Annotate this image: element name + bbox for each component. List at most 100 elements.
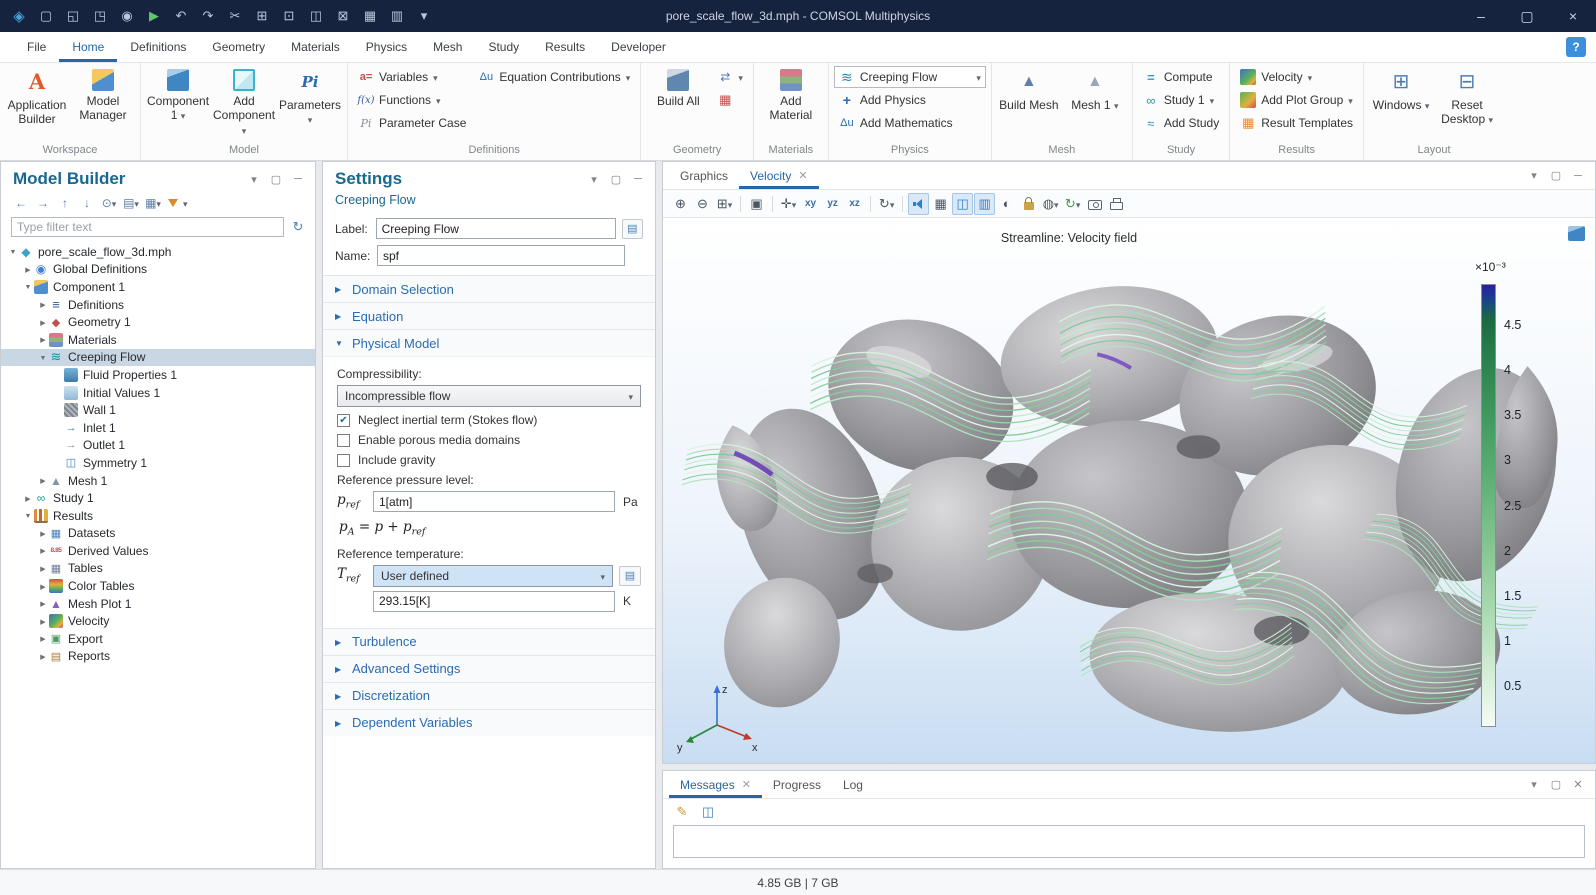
- view-xz-button[interactable]: xz: [844, 193, 865, 215]
- forward-icon[interactable]: →: [33, 193, 53, 213]
- zoom-in-icon[interactable]: ⊕: [670, 193, 691, 215]
- panel-menu-chevron-icon[interactable]: ▾: [1525, 776, 1543, 794]
- menu-mesh[interactable]: Mesh: [420, 32, 475, 62]
- result-templates-button[interactable]: Result Templates: [1235, 112, 1358, 134]
- panel-menu-chevron-icon[interactable]: ▾: [1525, 167, 1543, 185]
- gravity-checkbox-row[interactable]: Include gravity: [337, 453, 641, 467]
- close-panel-icon[interactable]: ─: [629, 170, 647, 188]
- filter-funnel-icon[interactable]: [168, 199, 178, 207]
- compressibility-dropdown[interactable]: Incompressible flow: [337, 385, 641, 407]
- edit-expression-icon[interactable]: ▤: [619, 566, 641, 586]
- cut-icon[interactable]: ✂: [222, 3, 248, 29]
- table-view-icon[interactable]: ▦: [930, 193, 951, 215]
- go-to-default-view-icon[interactable]: ✛: [778, 193, 799, 215]
- clear-messages-icon[interactable]: ✎: [673, 803, 691, 821]
- menu-geometry[interactable]: Geometry: [199, 32, 278, 62]
- close-panel-icon[interactable]: ─: [289, 170, 307, 188]
- chevron-right-icon[interactable]: [37, 617, 49, 626]
- tree-item-datasets[interactable]: Datasets: [1, 525, 315, 543]
- chevron-right-icon[interactable]: [37, 546, 49, 555]
- close-button[interactable]: ×: [1550, 0, 1596, 32]
- tree-item-derived-values[interactable]: Derived Values: [1, 542, 315, 560]
- build-mesh-button[interactable]: Build Mesh: [997, 66, 1061, 138]
- paste-icon[interactable]: ⊡: [276, 3, 302, 29]
- delete-icon[interactable]: ⊠: [330, 3, 356, 29]
- show-icon[interactable]: ⊙: [99, 193, 119, 213]
- add-physics-button[interactable]: Add Physics: [834, 89, 986, 111]
- open-file-icon[interactable]: ◱: [60, 3, 86, 29]
- tree-item-root[interactable]: pore_scale_flow_3d.mph: [1, 243, 315, 261]
- chevron-right-icon[interactable]: [37, 582, 49, 591]
- add-mathematics-button[interactable]: Add Mathematics: [834, 112, 986, 134]
- plot-window-icon[interactable]: [1568, 226, 1585, 241]
- close-panel-icon[interactable]: ─: [1569, 167, 1587, 185]
- delete-sequence-button[interactable]: [712, 89, 748, 111]
- section-equation[interactable]: Equation: [323, 302, 655, 329]
- tab-progress[interactable]: Progress: [762, 771, 832, 798]
- graphics-canvas[interactable]: Streamline: Velocity field ×10⁻³ 4.5 4 3…: [663, 218, 1595, 763]
- tree-filter-input[interactable]: [11, 217, 284, 237]
- model-manager-button[interactable]: Model Manager: [71, 66, 135, 138]
- close-tab-icon[interactable]: ✕: [742, 778, 751, 791]
- move-down-icon[interactable]: ↓: [77, 193, 97, 213]
- tree-item-study-1[interactable]: Study 1: [1, 489, 315, 507]
- chevron-right-icon[interactable]: [37, 564, 49, 573]
- reference-pressure-input[interactable]: [373, 491, 615, 512]
- section-advanced-settings[interactable]: Advanced Settings: [323, 655, 655, 682]
- chevron-down-icon[interactable]: [22, 511, 34, 520]
- streamline-plot[interactable]: [663, 218, 1595, 763]
- add-material-button[interactable]: Add Material: [759, 66, 823, 138]
- sound-toggle-icon[interactable]: [908, 193, 929, 215]
- add-component-button[interactable]: Add Component: [212, 66, 276, 140]
- zoom-extents-icon[interactable]: ▣: [746, 193, 767, 215]
- refresh-tree-icon[interactable]: ↻: [289, 219, 307, 235]
- temperature-value-input[interactable]: [373, 591, 615, 612]
- back-icon[interactable]: ←: [11, 193, 31, 213]
- help-button[interactable]: ?: [1566, 37, 1586, 57]
- section-domain-selection[interactable]: Domain Selection: [323, 275, 655, 302]
- copy-table-icon[interactable]: ◫: [699, 803, 717, 821]
- tree-item-materials[interactable]: Materials: [1, 331, 315, 349]
- tree-item-reports[interactable]: Reports: [1, 648, 315, 666]
- customize-toolbar-chevron-icon[interactable]: ▾: [411, 3, 437, 29]
- transparency-icon[interactable]: ◐: [996, 193, 1017, 215]
- chevron-right-icon[interactable]: [37, 634, 49, 643]
- chevron-down-icon[interactable]: [7, 247, 19, 256]
- tree-item-global-definitions[interactable]: Global Definitions: [1, 261, 315, 279]
- tree-item-outlet-1[interactable]: Outlet 1: [1, 437, 315, 455]
- minimize-button[interactable]: –: [1458, 0, 1504, 32]
- float-panel-icon[interactable]: ▢: [267, 170, 285, 188]
- float-panel-icon[interactable]: ▢: [607, 170, 625, 188]
- lock-icon[interactable]: [1018, 193, 1039, 215]
- equation-contributions-button[interactable]: Equation Contributions: [473, 66, 635, 88]
- chevron-down-icon[interactable]: [22, 282, 34, 291]
- tree-item-inlet-1[interactable]: Inlet 1: [1, 419, 315, 437]
- zoom-box-icon[interactable]: ⊞: [714, 193, 735, 215]
- tree-item-definitions[interactable]: Definitions: [1, 296, 315, 314]
- float-panel-icon[interactable]: ▢: [1547, 776, 1565, 794]
- porous-media-checkbox-row[interactable]: Enable porous media domains: [337, 433, 641, 447]
- label-input[interactable]: [376, 218, 616, 239]
- velocity-plot-button[interactable]: Velocity: [1235, 66, 1358, 88]
- print-icon[interactable]: [1106, 193, 1127, 215]
- snapshot-icon[interactable]: [1084, 193, 1105, 215]
- chevron-right-icon[interactable]: [22, 494, 34, 503]
- tree-item-results[interactable]: Results: [1, 507, 315, 525]
- tree-item-creeping-flow[interactable]: Creeping Flow: [1, 349, 315, 367]
- panel-menu-chevron-icon[interactable]: ▾: [245, 170, 263, 188]
- component-1-button[interactable]: Component 1: [146, 66, 210, 138]
- run-icon[interactable]: ▶: [141, 3, 167, 29]
- tree-item-symmetry-1[interactable]: Symmetry 1: [1, 454, 315, 472]
- menu-developer[interactable]: Developer: [598, 32, 679, 62]
- chevron-right-icon[interactable]: [22, 265, 34, 274]
- section-physical-model[interactable]: Physical Model: [323, 329, 655, 356]
- porous-media-checkbox[interactable]: [337, 434, 350, 447]
- parameters-button[interactable]: Parameters: [278, 66, 342, 138]
- build-all-button[interactable]: Build All: [646, 66, 710, 138]
- application-builder-button[interactable]: Application Builder: [5, 66, 69, 138]
- menu-results[interactable]: Results: [532, 32, 598, 62]
- preview-icon[interactable]: ◉: [114, 3, 140, 29]
- section-turbulence[interactable]: Turbulence: [323, 628, 655, 655]
- menu-materials[interactable]: Materials: [278, 32, 353, 62]
- menu-study[interactable]: Study: [475, 32, 532, 62]
